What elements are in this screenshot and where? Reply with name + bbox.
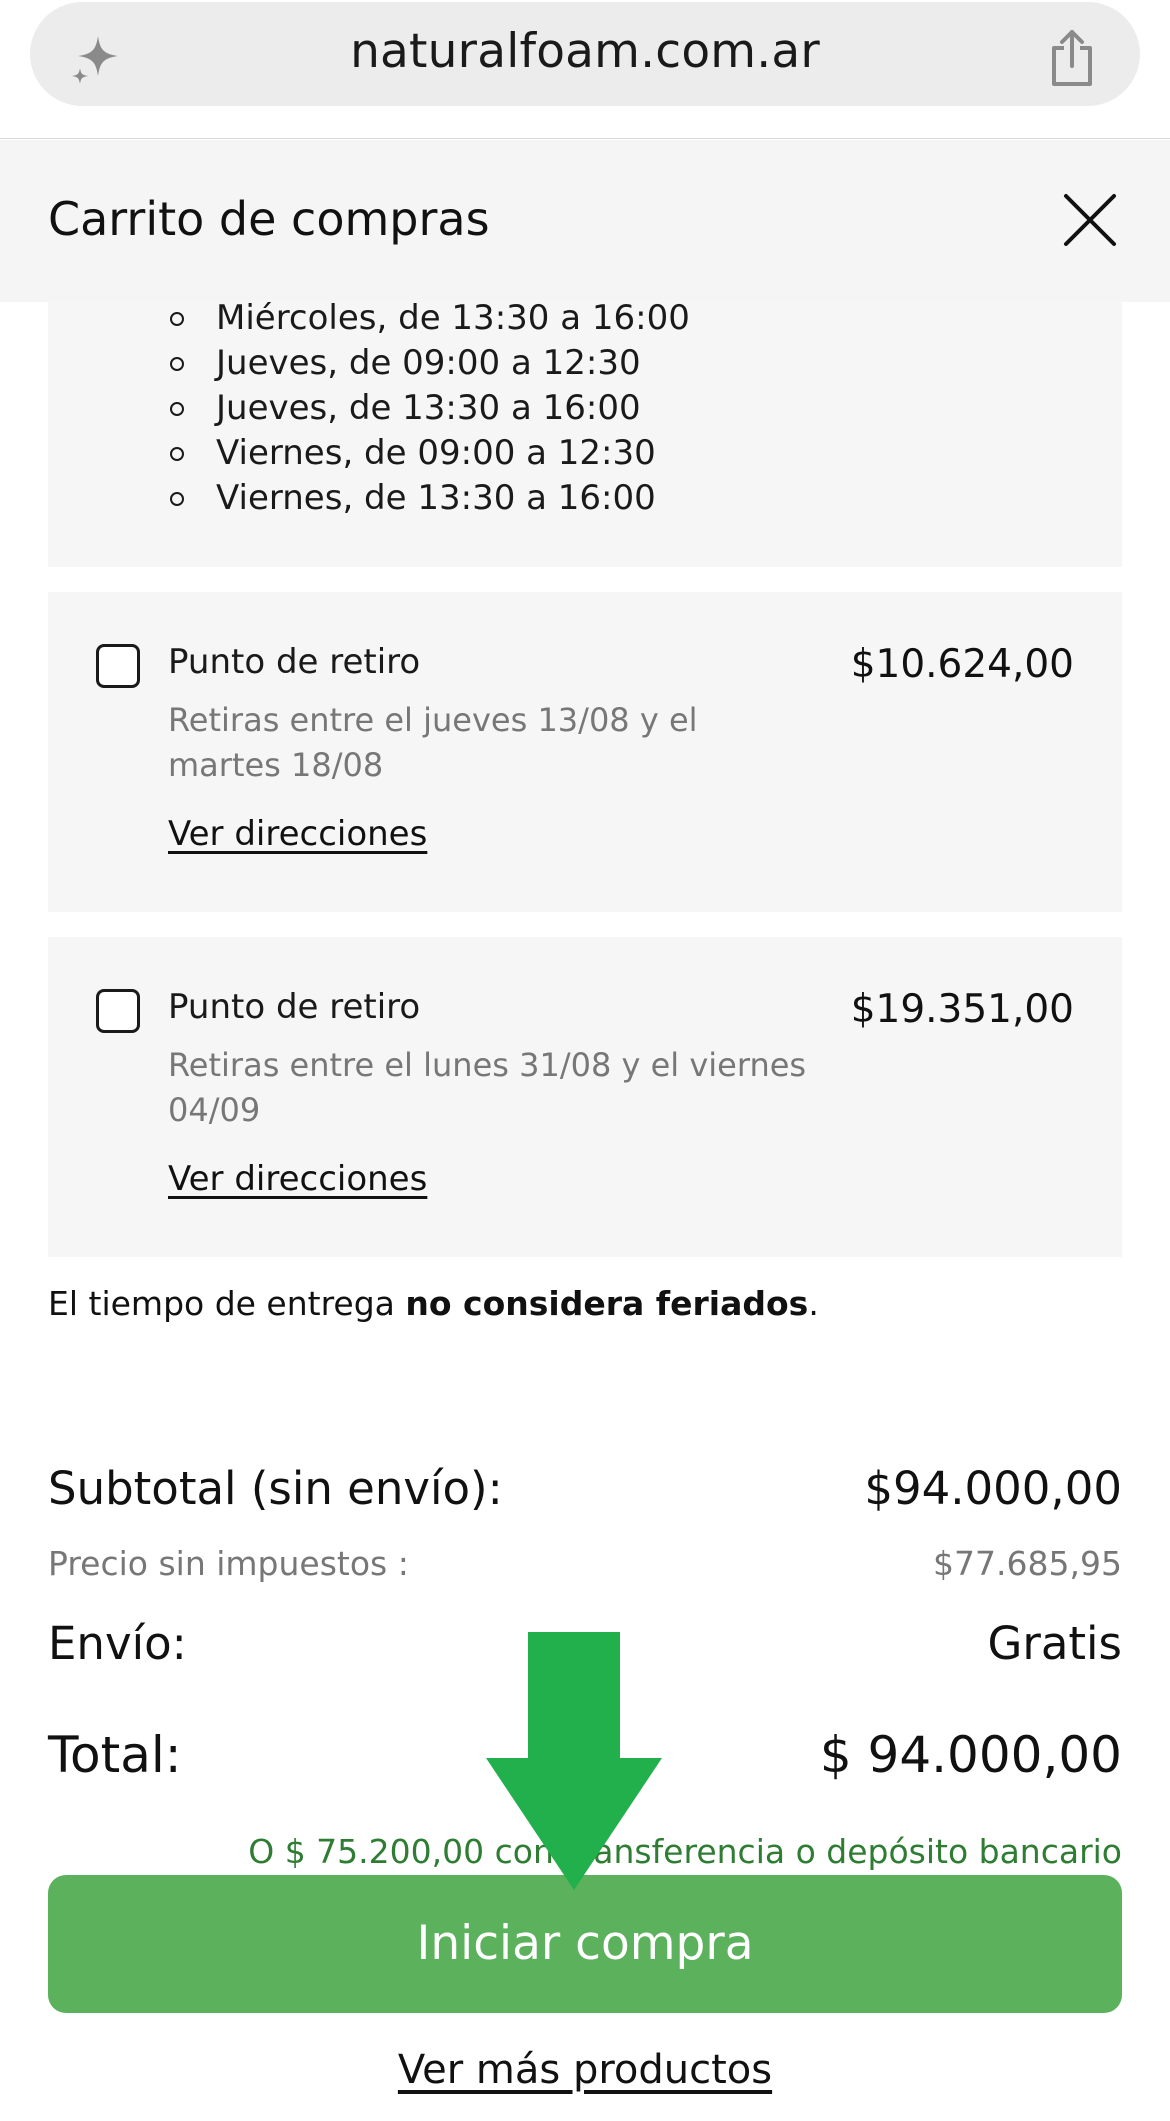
- schedule-item: Jueves, de 13:30 a 16:00: [120, 386, 690, 431]
- schedule-item: Viernes, de 09:00 a 12:30: [120, 431, 690, 476]
- bullet-icon: [170, 447, 184, 461]
- pickup-option-title: Punto de retiro: [168, 642, 421, 682]
- cart-title: Carrito de compras: [48, 192, 490, 246]
- see-addresses-link[interactable]: Ver direcciones: [168, 814, 427, 854]
- bullet-icon: [170, 492, 184, 506]
- bullet-icon: [170, 312, 184, 326]
- schedule-list: Miércoles, de 13:30 a 16:00 Jueves, de 0…: [120, 296, 690, 521]
- transfer-discount-text: O $ 75.200,00 con Transferencia o depósi…: [248, 1832, 1122, 1871]
- pickup-option-price: $10.624,00: [850, 642, 1074, 687]
- pickup-option-description: Retiras entre el jueves 13/08 y el marte…: [168, 701, 698, 784]
- close-icon[interactable]: [1060, 190, 1120, 250]
- total-value: $ 94.000,00: [819, 1726, 1122, 1784]
- pickup-option-checkbox[interactable]: [96, 644, 140, 688]
- see-addresses-link[interactable]: Ver direcciones: [168, 1159, 427, 1199]
- pickup-option-2[interactable]: Punto de retiro $19.351,00 Retiras entre…: [48, 937, 1122, 1257]
- pickup-option-title: Punto de retiro: [168, 987, 421, 1027]
- shipping-label: Envío:: [48, 1617, 187, 1670]
- bullet-icon: [170, 357, 184, 371]
- pickup-option-1[interactable]: Punto de retiro $10.624,00 Retiras entre…: [48, 592, 1122, 912]
- share-icon[interactable]: [1046, 28, 1098, 88]
- pickup-option-checkbox[interactable]: [96, 989, 140, 1033]
- pickup-option-price: $19.351,00: [850, 987, 1074, 1032]
- schedule-item: Miércoles, de 13:30 a 16:00: [120, 296, 690, 341]
- arrow-down-icon: [486, 1632, 662, 1890]
- subtotal-label: Subtotal (sin envío):: [48, 1462, 503, 1515]
- browser-toolbar: naturalfoam.com.ar: [0, 0, 1170, 139]
- subtotal-value: $94.000,00: [864, 1462, 1122, 1515]
- no-tax-label: Precio sin impuestos :: [48, 1544, 409, 1583]
- delivery-note: El tiempo de entrega no considera feriad…: [48, 1284, 819, 1323]
- no-tax-value: $77.685,95: [933, 1544, 1122, 1583]
- schedule-item: Jueves, de 09:00 a 12:30: [120, 341, 690, 386]
- bullet-icon: [170, 402, 184, 416]
- address-bar[interactable]: naturalfoam.com.ar: [30, 2, 1140, 106]
- shipping-value: Gratis: [987, 1617, 1122, 1670]
- url-text: naturalfoam.com.ar: [350, 24, 820, 79]
- pickup-option-description: Retiras entre el lunes 31/08 y el vierne…: [168, 1046, 807, 1129]
- cart-header: Carrito de compras: [0, 140, 1170, 302]
- schedule-item: Viernes, de 13:30 a 16:00: [120, 476, 690, 521]
- total-label: Total:: [48, 1726, 182, 1784]
- see-more-products-link[interactable]: Ver más productos: [0, 2047, 1170, 2093]
- start-purchase-button[interactable]: Iniciar compra: [48, 1875, 1122, 2013]
